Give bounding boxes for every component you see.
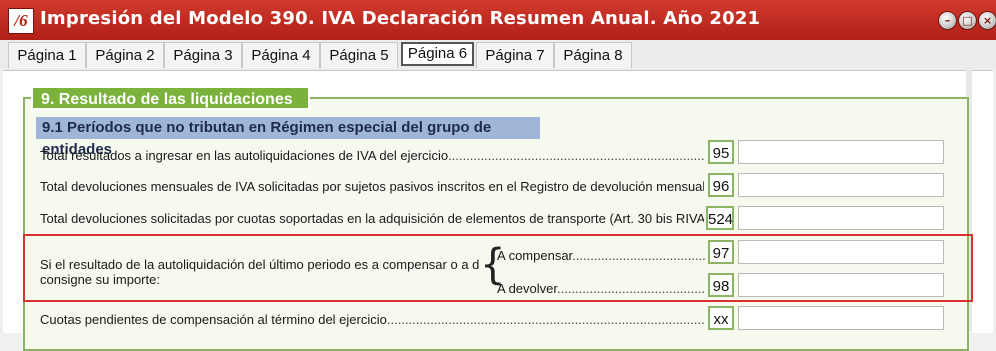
row-label-pending: Cuotas pendientes de compensación al tér… <box>40 312 704 327</box>
final-result-label-line2: consigne su importe: <box>40 272 160 287</box>
tab-pagina-1[interactable]: Página 1 <box>8 42 86 68</box>
row-label-96: Total devoluciones mensuales de IVA soli… <box>40 179 704 194</box>
code-box-96: 96 <box>708 173 734 197</box>
code-box-524: 524 <box>706 206 734 230</box>
tab-pagina-4[interactable]: Página 4 <box>242 42 320 68</box>
maximize-icon[interactable]: □ <box>958 11 977 30</box>
code-box-pending: xx <box>708 306 734 330</box>
code-box-95: 95 <box>708 140 734 164</box>
subsection-title: 9.1 Períodos que no tributan en Régimen … <box>36 117 540 158</box>
code-box-97: 97 <box>708 240 734 264</box>
final-result-label-line1: Si el resultado de la autoliquidación de… <box>40 257 480 272</box>
value-field-96[interactable] <box>738 173 944 197</box>
value-field-97[interactable] <box>738 240 944 264</box>
tab-pagina-6[interactable]: Página 6 <box>401 42 474 66</box>
tab-pagina-2[interactable]: Página 2 <box>86 42 164 68</box>
window-title: Impresión del Modelo 390. IVA Declaració… <box>40 8 761 29</box>
close-icon[interactable]: × <box>978 11 996 30</box>
value-field-pending[interactable] <box>738 306 944 330</box>
tab-pagina-3[interactable]: Página 3 <box>164 42 242 68</box>
option-label-98: A devolver..............................… <box>497 281 705 296</box>
tab-pagina-5[interactable]: Página 5 <box>320 42 398 68</box>
row-label-95: Total resultados a ingresar en las autol… <box>40 148 704 163</box>
row-label-524: Total devoluciones solicitadas por cuota… <box>40 211 704 226</box>
minimize-icon[interactable]: – <box>938 11 957 30</box>
value-field-98[interactable] <box>738 273 944 297</box>
title-bar: /6 Impresión del Modelo 390. IVA Declara… <box>0 0 996 40</box>
code-box-98: 98 <box>708 273 734 297</box>
value-field-524[interactable] <box>738 206 944 230</box>
value-field-95[interactable] <box>738 140 944 164</box>
tab-pagina-8[interactable]: Página 8 <box>554 42 632 68</box>
option-label-97: A compensar.............................… <box>497 248 705 263</box>
app-logo-icon: /6 <box>8 8 34 34</box>
section-title: 9. Resultado de las liquidaciones <box>31 86 310 110</box>
tab-pagina-7[interactable]: Página 7 <box>476 42 554 68</box>
